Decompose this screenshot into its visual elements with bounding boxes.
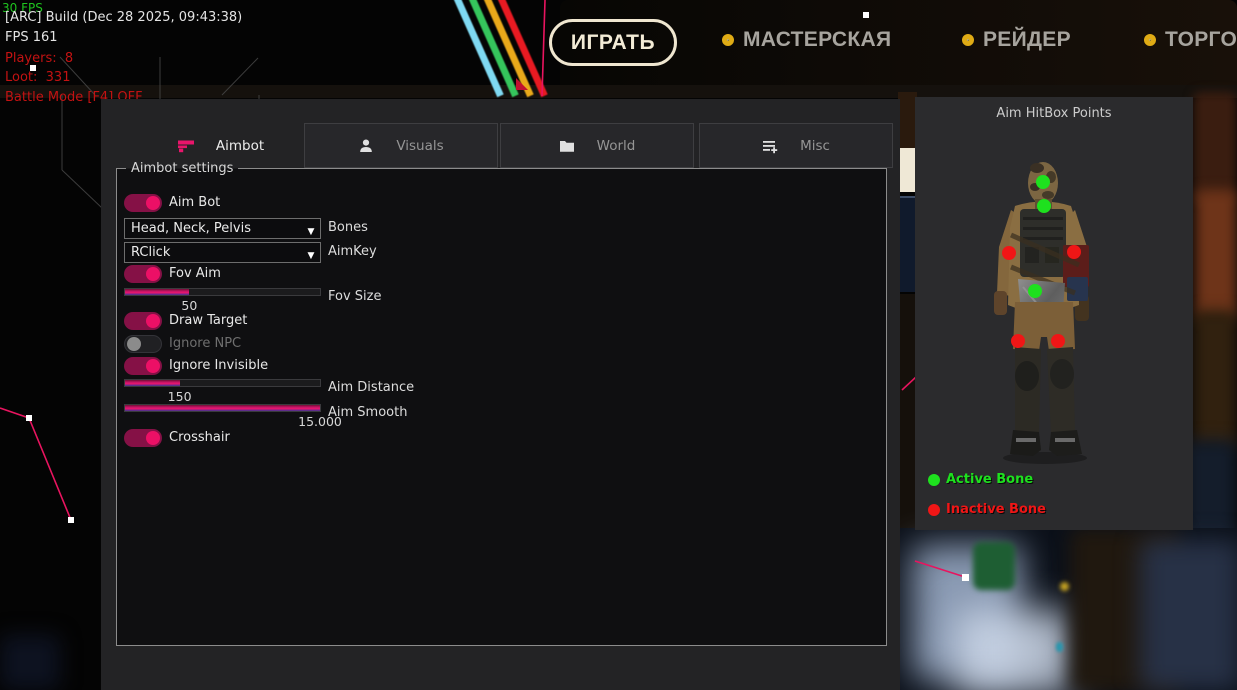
aim-smooth-slider[interactable]: 15.000	[124, 404, 321, 412]
fov-size-value: 50	[181, 298, 197, 313]
inactive-bone-label: Inactive Bone	[946, 502, 1046, 517]
active-bone-label: Active Bone	[946, 472, 1033, 487]
aim-distance-slider-fill	[125, 380, 180, 386]
aim-smooth-slider-fill	[125, 405, 320, 411]
draw-target-label: Draw Target	[169, 313, 247, 328]
aim-bot-toggle[interactable]	[124, 194, 162, 212]
active-bone-dot-icon	[928, 474, 940, 486]
tab-label: Misc	[800, 138, 830, 154]
dropdown-arrow-icon	[302, 243, 320, 262]
play-button[interactable]: ИГРАТЬ	[549, 19, 677, 66]
aimkey-select[interactable]: RClick	[124, 242, 321, 263]
bone-dot-right-shoulder[interactable]	[1067, 245, 1081, 259]
bone-dot-right-thigh[interactable]	[1051, 334, 1065, 348]
esp-fps-line: FPS 161	[5, 30, 58, 45]
ignore-npc-toggle[interactable]	[124, 335, 162, 353]
tab-label: World	[597, 138, 636, 154]
fov-size-slider-fill	[125, 289, 189, 295]
fov-size-slider[interactable]: 50	[124, 288, 321, 296]
cheat-menu-panel: Aimbot Visuals World Misc Aimbot setting…	[101, 99, 900, 690]
esp-build-line: [ARC] Build (Dec 28 2025, 09:43:38)	[5, 10, 242, 25]
crosshair-toggle[interactable]	[124, 429, 162, 447]
aim-distance-value: 150	[168, 389, 192, 404]
person-icon	[358, 138, 374, 154]
playlist-add-icon	[762, 138, 778, 154]
group-title: Aimbot settings	[126, 159, 238, 178]
ignore-invisible-label: Ignore Invisible	[169, 358, 268, 373]
folder-icon	[559, 138, 575, 154]
dropdown-arrow-icon	[302, 219, 320, 238]
aim-smooth-label: Aim Smooth	[328, 405, 407, 420]
bone-dot-pelvis[interactable]	[1028, 284, 1042, 298]
tab-label: Aimbot	[216, 138, 264, 154]
bone-dot-neck[interactable]	[1037, 199, 1051, 213]
tab-misc[interactable]: Misc	[699, 123, 893, 168]
esp-arrow-marker	[516, 78, 528, 90]
fov-size-label: Fov Size	[328, 289, 381, 304]
nav-item-workshop[interactable]: МАСТЕРСКАЯ	[722, 28, 891, 52]
pistol-icon	[178, 138, 194, 154]
coin-icon	[1144, 34, 1156, 46]
aimkey-select-value: RClick	[125, 245, 302, 260]
hitbox-panel: Aim HitBox Points	[915, 97, 1193, 530]
aim-distance-label: Aim Distance	[328, 380, 414, 395]
nav-item-label: МАСТЕРСКАЯ	[743, 28, 891, 52]
nav-item-label: ТОРГО	[1165, 28, 1237, 52]
coin-icon	[722, 34, 734, 46]
ignore-invisible-toggle[interactable]	[124, 357, 162, 375]
play-button-label: ИГРАТЬ	[571, 31, 655, 55]
fov-aim-toggle[interactable]	[124, 265, 162, 283]
bone-dot-left-shoulder[interactable]	[1002, 246, 1016, 260]
player-model-preview	[915, 125, 1193, 499]
coin-icon	[962, 34, 974, 46]
bones-label: Bones	[328, 220, 368, 235]
aimbot-settings-group: Aimbot settings Aim Bot Head, Neck, Pelv…	[116, 168, 887, 646]
esp-loot-line: Loot: 331	[5, 70, 70, 85]
bones-select[interactable]: Head, Neck, Pelvis	[124, 218, 321, 239]
fov-aim-label: Fov Aim	[169, 266, 221, 281]
tab-label: Visuals	[396, 138, 443, 154]
bone-dot-head[interactable]	[1036, 175, 1050, 189]
legend-inactive-bone: Inactive Bone	[928, 502, 1046, 517]
inactive-bone-dot-icon	[928, 504, 940, 516]
legend-active-bone: Active Bone	[928, 472, 1033, 487]
bone-dot-left-thigh[interactable]	[1011, 334, 1025, 348]
bone-dots-layer	[915, 98, 1193, 468]
draw-target-toggle[interactable]	[124, 312, 162, 330]
nav-item-label: РЕЙДЕР	[983, 28, 1071, 52]
nav-item-raider[interactable]: РЕЙДЕР	[962, 28, 1071, 52]
tab-world[interactable]: World	[500, 123, 694, 168]
aim-distance-slider[interactable]: 150	[124, 379, 321, 387]
esp-players-line: Players: 8	[5, 51, 73, 66]
bones-select-value: Head, Neck, Pelvis	[125, 221, 302, 236]
tab-visuals[interactable]: Visuals	[304, 123, 498, 168]
ignore-npc-label: Ignore NPC	[169, 336, 241, 351]
aimkey-label: AimKey	[328, 244, 377, 259]
crosshair-label: Crosshair	[169, 430, 230, 445]
nav-item-trade[interactable]: ТОРГО	[1144, 28, 1237, 52]
aim-bot-label: Aim Bot	[169, 195, 220, 210]
